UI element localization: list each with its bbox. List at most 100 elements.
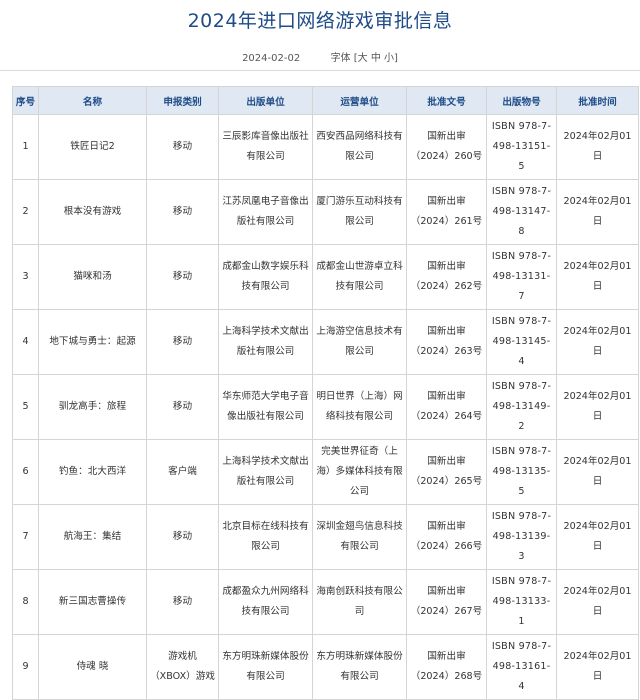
category: 移动: [146, 374, 219, 440]
approval-date: 2024年02月01日: [556, 439, 639, 505]
game-name: 航海王：集结: [38, 504, 147, 570]
isbn: ISBN 978-7-498-13147-8: [486, 179, 557, 245]
column-header-operator: 运营单位: [312, 86, 407, 115]
publisher: 东方明珠新媒体股份有限公司: [218, 634, 313, 700]
category: 移动: [146, 504, 219, 570]
operator: 明日世界（上海）网络科技有限公司: [312, 374, 407, 440]
game-name: 猫咪和汤: [38, 244, 147, 310]
isbn: ISBN 978-7-498-13161-4: [486, 634, 557, 700]
column-header-no: 序号: [12, 86, 39, 115]
column-header-isbn: 出版物号: [486, 86, 557, 115]
operator: 深圳金翅鸟信息科技有限公司: [312, 504, 407, 570]
operator: 东方明珠新媒体股份有限公司: [312, 634, 407, 700]
isbn: ISBN 978-7-498-13145-4: [486, 309, 557, 375]
isbn: ISBN 978-7-498-13151-5: [486, 114, 557, 180]
approval-number: 国新出审（2024）264号: [406, 374, 487, 440]
row-no: 7: [12, 504, 39, 570]
table-row: 8 新三国志曹操传 移动 成都盈众九州网络科技有限公司 海南创跃科技有限公司 国…: [12, 569, 639, 635]
category: 移动: [146, 179, 219, 245]
row-no: 9: [12, 634, 39, 700]
approval-number: 国新出审（2024）263号: [406, 309, 487, 375]
publisher: 三辰影库音像出版社有限公司: [218, 114, 313, 180]
operator: 厦门游乐互动科技有限公司: [312, 179, 407, 245]
publisher: 上海科学技术文献出版社有限公司: [218, 439, 313, 505]
table-row: 3 猫咪和汤 移动 成都金山数字娱乐科技有限公司 成都金山世游卓立科技有限公司 …: [12, 244, 639, 310]
isbn: ISBN 978-7-498-13133-1: [486, 569, 557, 635]
bracket-close: ]: [394, 53, 398, 64]
row-no: 1: [12, 114, 39, 180]
column-header-name: 名称: [38, 86, 147, 115]
game-name: 侍魂 晓: [38, 634, 147, 700]
operator: 成都金山世游卓立科技有限公司: [312, 244, 407, 310]
approval-date: 2024年02月01日: [556, 374, 639, 440]
font-size-small-link[interactable]: 小: [384, 53, 394, 64]
approval-number: 国新出审（2024）262号: [406, 244, 487, 310]
divider: [0, 70, 640, 71]
table-row: 2 根本没有游戏 移动 江苏凤凰电子音像出版社有限公司 厦门游乐互动科技有限公司…: [12, 179, 639, 245]
approval-number: 国新出审（2024）265号: [406, 439, 487, 505]
isbn: ISBN 978-7-498-13135-5: [486, 439, 557, 505]
table-row: 5 驯龙高手：旅程 移动 华东师范大学电子音像出版社有限公司 明日世界（上海）网…: [12, 374, 639, 440]
category: 移动: [146, 309, 219, 375]
isbn: ISBN 978-7-498-13149-2: [486, 374, 557, 440]
meta-bar: 2024-02-02 字体 [大 中 小]: [0, 49, 640, 64]
game-name: 地下城与勇士：起源: [38, 309, 147, 375]
category: 客户端: [146, 439, 219, 505]
table-row: 4 地下城与勇士：起源 移动 上海科学技术文献出版社有限公司 上海游空信息技术有…: [12, 309, 639, 375]
publisher: 华东师范大学电子音像出版社有限公司: [218, 374, 313, 440]
row-no: 8: [12, 569, 39, 635]
approval-date: 2024年02月01日: [556, 244, 639, 310]
approval-date: 2024年02月01日: [556, 504, 639, 570]
isbn: ISBN 978-7-498-13131-7: [486, 244, 557, 310]
font-size-medium-link[interactable]: 中: [371, 53, 381, 64]
game-name: 驯龙高手：旅程: [38, 374, 147, 440]
game-name: 新三国志曹操传: [38, 569, 147, 635]
approval-date: 2024年02月01日: [556, 634, 639, 700]
approval-date: 2024年02月01日: [556, 569, 639, 635]
publish-date: 2024-02-02: [242, 53, 301, 64]
operator: 上海游空信息技术有限公司: [312, 309, 407, 375]
table-row: 7 航海王：集结 移动 北京目标在线科技有限公司 深圳金翅鸟信息科技有限公司 国…: [12, 504, 639, 570]
category: 移动: [146, 569, 219, 635]
page-title: 2024年进口网络游戏审批信息: [187, 10, 453, 32]
table-row: 9 侍魂 晓 游戏机（XBOX）游戏 东方明珠新媒体股份有限公司 东方明珠新媒体…: [12, 634, 639, 700]
approval-date: 2024年02月01日: [556, 179, 639, 245]
approval-number: 国新出审（2024）268号: [406, 634, 487, 700]
table-row: 1 铁匠日记2 移动 三辰影库音像出版社有限公司 西安西品网络科技有限公司 国新…: [12, 114, 639, 180]
publisher: 成都盈众九州网络科技有限公司: [218, 569, 313, 635]
table-row: 6 钓鱼：北大西洋 客户端 上海科学技术文献出版社有限公司 完美世界征奇（上海）…: [12, 439, 639, 505]
operator: 西安西品网络科技有限公司: [312, 114, 407, 180]
approval-number: 国新出审（2024）266号: [406, 504, 487, 570]
approval-date: 2024年02月01日: [556, 114, 639, 180]
operator: 完美世界征奇（上海）多媒体科技有限公司: [312, 439, 407, 505]
font-size-label: 字体: [330, 53, 351, 64]
column-header-approval: 批准文号: [406, 86, 487, 115]
font-size-large-link[interactable]: 大: [358, 53, 368, 64]
operator: 海南创跃科技有限公司: [312, 569, 407, 635]
column-header-category: 申报类别: [146, 86, 219, 115]
publisher: 上海科学技术文献出版社有限公司: [218, 309, 313, 375]
table-header-row: 序号 名称 申报类别 出版单位 运营单位 批准文号 出版物号 批准时间: [12, 86, 639, 115]
approval-number: 国新出审（2024）267号: [406, 569, 487, 635]
game-name: 铁匠日记2: [38, 114, 147, 180]
game-name: 根本没有游戏: [38, 179, 147, 245]
row-no: 3: [12, 244, 39, 310]
category: 移动: [146, 244, 219, 310]
approval-number: 国新出审（2024）261号: [406, 179, 487, 245]
column-header-date: 批准时间: [556, 86, 639, 115]
approval-number: 国新出审（2024）260号: [406, 114, 487, 180]
row-no: 2: [12, 179, 39, 245]
category: 移动: [146, 114, 219, 180]
approval-table: 序号 名称 申报类别 出版单位 运营单位 批准文号 出版物号 批准时间 1 铁匠…: [12, 86, 639, 700]
column-header-publisher: 出版单位: [218, 86, 313, 115]
row-no: 4: [12, 309, 39, 375]
isbn: ISBN 978-7-498-13139-3: [486, 504, 557, 570]
row-no: 5: [12, 374, 39, 440]
publisher: 江苏凤凰电子音像出版社有限公司: [218, 179, 313, 245]
category: 游戏机（XBOX）游戏: [146, 634, 219, 700]
publisher: 北京目标在线科技有限公司: [218, 504, 313, 570]
row-no: 6: [12, 439, 39, 505]
approval-date: 2024年02月01日: [556, 309, 639, 375]
publisher: 成都金山数字娱乐科技有限公司: [218, 244, 313, 310]
game-name: 钓鱼：北大西洋: [38, 439, 147, 505]
